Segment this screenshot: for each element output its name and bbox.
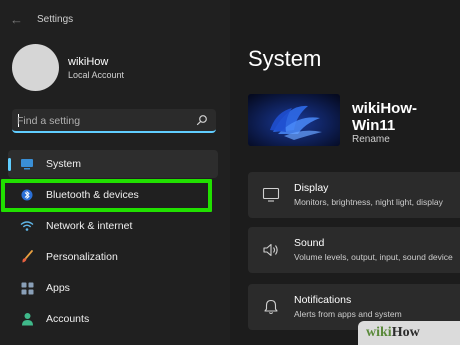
desktop-thumbnail <box>248 94 340 146</box>
search-box[interactable] <box>12 109 216 133</box>
sidebar-item-label: Accounts <box>46 313 90 325</box>
back-arrow-icon[interactable]: ← <box>10 12 26 27</box>
card-subtitle: Volume levels, output, input, sound devi… <box>294 252 453 262</box>
card-title: Sound <box>294 237 325 249</box>
brush-icon <box>20 250 34 264</box>
card-subtitle: Monitors, brightness, night light, displ… <box>294 197 443 207</box>
monitor-icon <box>262 187 280 202</box>
rename-link[interactable]: Rename <box>352 134 390 145</box>
watermark: wikiHow <box>358 321 460 345</box>
display-icon <box>20 157 34 171</box>
app-title: Settings <box>37 13 74 25</box>
sidebar-item-label: Apps <box>46 282 70 294</box>
sidebar-item-system[interactable]: System <box>8 150 218 178</box>
watermark-how: How <box>391 325 420 340</box>
watermark-text: wikiHow <box>366 325 420 341</box>
watermark-wiki: wiki <box>366 325 392 340</box>
navigation-pane: ← Settings wikiHow Local Account System … <box>0 0 230 345</box>
sidebar-item-label: Personalization <box>46 251 118 263</box>
account-name: wikiHow <box>68 56 109 68</box>
wifi-icon <box>20 219 34 233</box>
sidebar-item-label: System <box>46 158 82 170</box>
account-type: Local Account <box>68 70 125 80</box>
card-title: Notifications <box>294 294 352 306</box>
settings-card-sound[interactable]: Sound Volume levels, output, input, soun… <box>248 227 460 273</box>
sidebar-item-network[interactable]: Network & internet <box>8 212 218 240</box>
speaker-icon <box>263 243 278 257</box>
search-icon[interactable] <box>196 114 208 126</box>
sidebar-item-apps[interactable]: Apps <box>8 274 218 302</box>
bell-icon <box>264 299 278 315</box>
search-input[interactable] <box>17 113 197 129</box>
apps-icon <box>20 281 34 295</box>
sidebar-item-accounts[interactable]: Accounts <box>8 305 218 333</box>
sidebar-item-personalization[interactable]: Personalization <box>8 243 218 271</box>
avatar[interactable] <box>12 44 59 91</box>
sidebar-item-label: Network & internet <box>46 220 133 232</box>
highlight-annotation <box>1 179 212 212</box>
settings-card-display[interactable]: Display Monitors, brightness, night ligh… <box>248 172 460 218</box>
page-title: System <box>248 46 322 71</box>
card-title: Display <box>294 182 329 194</box>
wallpaper-bloom-icon <box>248 94 340 146</box>
device-name: wikiHow-Win11 <box>352 100 418 134</box>
title-bar: ← Settings <box>10 11 73 27</box>
person-icon <box>20 312 34 326</box>
card-subtitle: Alerts from apps and system <box>294 309 402 319</box>
active-indicator <box>8 158 11 171</box>
